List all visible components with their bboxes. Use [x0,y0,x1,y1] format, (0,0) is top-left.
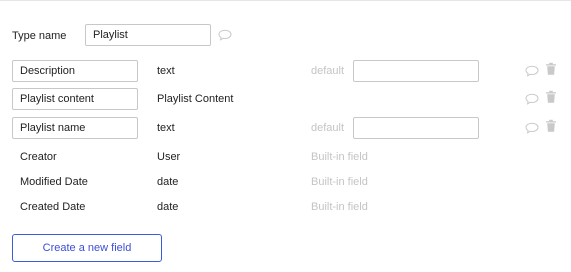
builtin-field-label: Built-in field [311,201,368,213]
default-value-input[interactable] [353,60,479,82]
field-type[interactable]: Playlist Content [157,93,233,105]
comment-icon[interactable] [525,93,539,105]
builtin-field-type: date [157,201,179,213]
builtin-field-label: Built-in field [311,151,368,163]
builtin-field-label: Built-in field [311,176,368,188]
builtin-field-name: Modified Date [20,176,88,188]
builtin-field-type: User [157,151,181,163]
comment-icon[interactable] [525,122,539,134]
trash-icon[interactable] [545,119,557,133]
builtin-row-modified-date: Modified Date date Built-in field [0,171,571,193]
comment-icon[interactable] [525,65,539,77]
type-name-label: Type name [12,30,67,42]
field-type[interactable]: text [157,122,175,134]
builtin-field-name: Created Date [20,201,86,213]
default-value-input[interactable] [353,117,479,139]
default-label: default [311,122,345,134]
comment-icon[interactable] [218,29,232,41]
trash-icon[interactable] [545,90,557,104]
trash-icon[interactable] [545,62,557,76]
builtin-row-creator: Creator User Built-in field [0,146,571,168]
builtin-field-type: date [157,176,179,188]
type-name-input[interactable]: Playlist [85,24,211,46]
top-divider [0,0,571,1]
field-row-description: Description text default [0,60,571,82]
field-name-input[interactable]: Playlist name [12,117,138,139]
builtin-row-created-date: Created Date date Built-in field [0,196,571,218]
field-row-playlist-name: Playlist name text default [0,117,571,139]
field-type[interactable]: text [157,65,175,77]
default-label: default [311,65,345,77]
field-name-input[interactable]: Description [12,60,138,82]
builtin-field-name: Creator [20,151,57,163]
field-row-playlist-content: Playlist content Playlist Content [0,88,571,110]
create-new-field-button[interactable]: Create a new field [12,234,162,262]
field-name-input[interactable]: Playlist content [12,88,138,110]
